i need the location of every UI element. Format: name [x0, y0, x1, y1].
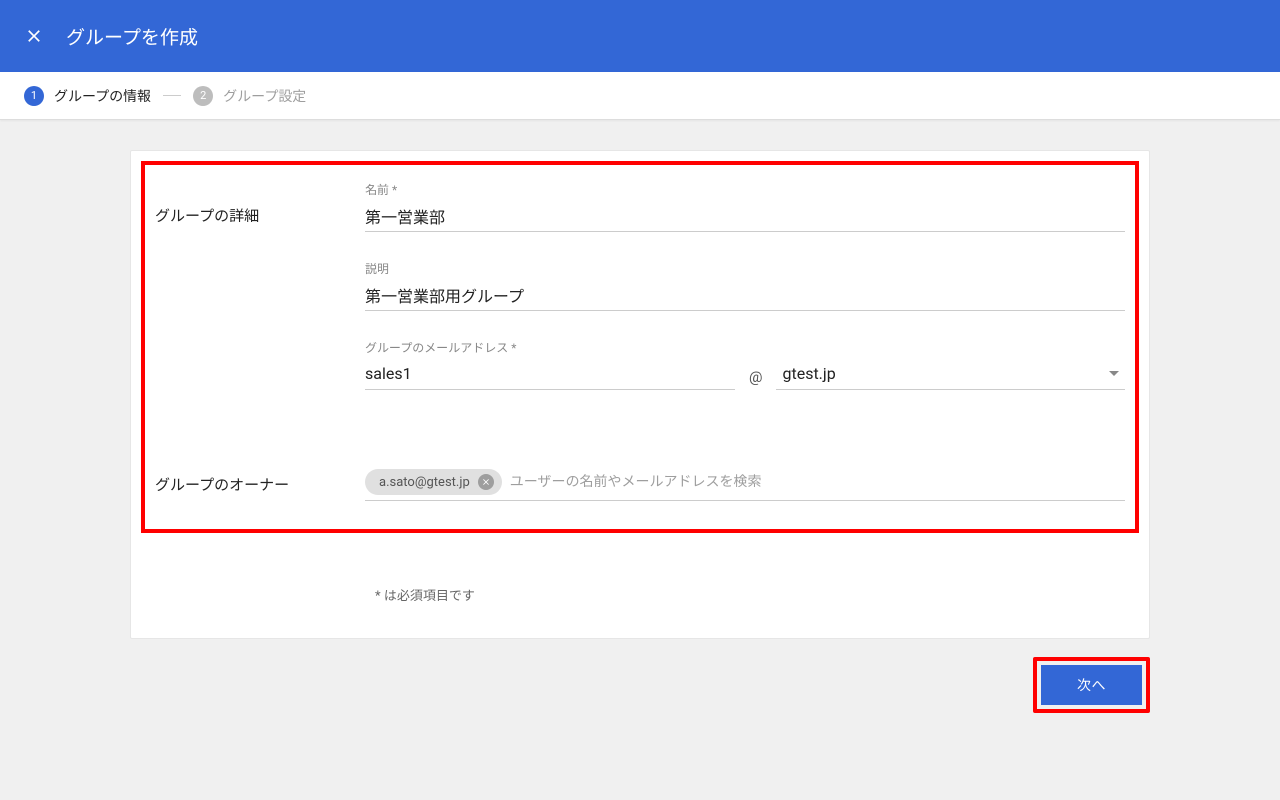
- step-group-info[interactable]: 1 グループの情報: [24, 86, 151, 106]
- name-input[interactable]: [365, 202, 1125, 232]
- step-group-settings[interactable]: 2 グループ設定: [193, 86, 306, 106]
- form-card: グループの詳細 名前 * 説明 グループのメールアドレス *: [130, 150, 1150, 639]
- step-1-label: グループの情報: [54, 86, 151, 106]
- close-icon[interactable]: [24, 26, 44, 46]
- dialog-header: グループを作成: [0, 0, 1280, 72]
- owner-search-input[interactable]: [502, 468, 1125, 496]
- owner-chip[interactable]: a.sato@gtest.jp: [365, 469, 502, 495]
- chevron-down-icon: [1109, 371, 1119, 376]
- domain-select[interactable]: gtest.jp: [776, 360, 1125, 390]
- desc-input[interactable]: [365, 281, 1125, 311]
- at-sign: @: [749, 368, 762, 390]
- dialog-title: グループを作成: [66, 23, 198, 50]
- email-label: グループのメールアドレス *: [365, 339, 1125, 356]
- domain-value: gtest.jp: [776, 364, 835, 383]
- step-1-circle: 1: [24, 86, 44, 106]
- chip-remove-icon[interactable]: [478, 474, 494, 490]
- step-2-circle: 2: [193, 86, 213, 106]
- email-local-input[interactable]: [365, 360, 735, 390]
- next-button[interactable]: 次へ: [1041, 665, 1142, 705]
- highlight-box: グループの詳細 名前 * 説明 グループのメールアドレス *: [141, 161, 1139, 533]
- group-detail-heading: グループの詳細: [155, 181, 365, 418]
- group-owner-heading: グループのオーナー: [155, 468, 365, 501]
- step-2-label: グループ設定: [223, 86, 306, 106]
- name-label: 名前 *: [365, 181, 1125, 198]
- next-button-highlight: 次へ: [1033, 657, 1150, 713]
- required-note: * は必須項目です: [131, 543, 1149, 638]
- step-divider: [163, 95, 181, 96]
- owner-chip-text: a.sato@gtest.jp: [379, 475, 470, 490]
- desc-label: 説明: [365, 260, 1125, 277]
- stepper: 1 グループの情報 2 グループ設定: [0, 72, 1280, 120]
